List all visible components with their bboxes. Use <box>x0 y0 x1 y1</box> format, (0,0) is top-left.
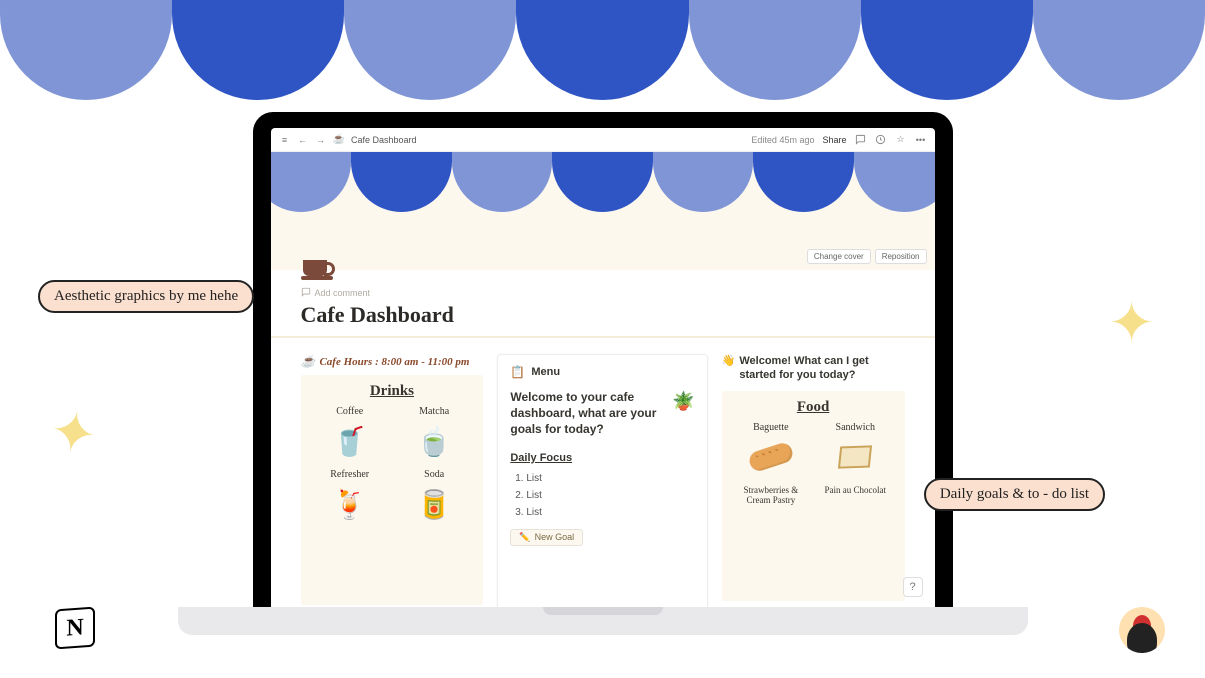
drinks-heading: Drinks <box>311 383 474 400</box>
drink-item-matcha[interactable]: Matcha 🍵 <box>395 406 473 463</box>
topbar: ≡ ← → ☕ Cafe Dashboard Edited 45m ago Sh… <box>271 128 935 152</box>
food-label: Pain au Chocolat <box>825 485 887 495</box>
daily-focus: Daily Focus List List List ✏️ New Goal <box>510 452 694 546</box>
add-comment-button[interactable]: Add comment <box>301 286 905 300</box>
new-goal-label: New Goal <box>535 532 575 542</box>
page-header: Add comment Cafe Dashboard <box>271 252 935 338</box>
drink-item-refresher[interactable]: Refresher 🍹 <box>311 469 389 526</box>
drink-label: Soda <box>424 469 444 480</box>
drinks-panel: Drinks Coffee 🥤 Matcha 🍵 <box>301 375 484 605</box>
content: ☕ Cafe Hours : 8:00 am - 11:00 pm Drinks… <box>271 338 935 607</box>
food-panel: Food Baguette Sandwich <box>722 391 905 601</box>
food-label: Strawberries & Cream Pastry <box>732 485 810 505</box>
forward-icon[interactable]: → <box>315 135 327 145</box>
share-button[interactable]: Share <box>822 135 846 145</box>
food-item-baguette[interactable]: Baguette <box>732 422 810 479</box>
menu-welcome-text: Welcome to your cafe dashboard, what are… <box>510 390 656 436</box>
page-title[interactable]: Cafe Dashboard <box>301 302 905 328</box>
page-icon[interactable] <box>301 252 335 282</box>
plant-icon: 🪴 <box>672 389 694 413</box>
menu-icon: 📋 <box>510 365 525 379</box>
back-icon[interactable]: ← <box>297 135 309 145</box>
breadcrumb[interactable]: Cafe Dashboard <box>351 135 417 145</box>
comment-icon <box>301 286 311 300</box>
drink-label: Coffee <box>336 406 363 417</box>
app-viewport: ≡ ← → ☕ Cafe Dashboard Edited 45m ago Sh… <box>271 128 935 607</box>
daily-focus-heading: Daily Focus <box>510 452 694 464</box>
menu-header[interactable]: 📋 Menu <box>510 365 694 379</box>
outer-awning <box>0 0 1205 100</box>
drink-label: Matcha <box>419 406 449 417</box>
updates-icon[interactable] <box>875 134 887 145</box>
cafe-hours: ☕ Cafe Hours : 8:00 am - 11:00 pm <box>301 354 484 369</box>
column-menu: 📋 Menu Welcome to your cafe dashboard, w… <box>497 354 707 607</box>
focus-item[interactable]: List <box>526 470 694 487</box>
menu-welcome: Welcome to your cafe dashboard, what are… <box>510 389 694 438</box>
add-comment-label: Add comment <box>315 288 371 298</box>
drink-label: Refresher <box>330 469 369 480</box>
focus-item[interactable]: List <box>526 504 694 521</box>
callout-aesthetic: Aesthetic graphics by me hehe <box>38 280 254 313</box>
drink-item-soda[interactable]: Soda 🥫 <box>395 469 473 526</box>
food-heading: Food <box>732 399 895 416</box>
food-item-sandwich[interactable]: Sandwich <box>816 422 894 479</box>
focus-item[interactable]: List <box>526 487 694 504</box>
menu-label: Menu <box>531 366 560 378</box>
column-drinks: ☕ Cafe Hours : 8:00 am - 11:00 pm Drinks… <box>301 354 484 607</box>
wave-icon: 👋 <box>722 354 736 383</box>
callout-daily-goals: Daily goals & to - do list <box>924 478 1105 511</box>
new-goal-button[interactable]: ✏️ New Goal <box>510 529 583 546</box>
laptop: ≡ ← → ☕ Cafe Dashboard Edited 45m ago Sh… <box>223 112 983 635</box>
coffee-icon: ☕ <box>301 354 316 369</box>
welcome-line: 👋 Welcome! What can I get started for yo… <box>722 354 905 383</box>
column-food: 👋 Welcome! What can I get started for yo… <box>722 354 905 607</box>
menu-card: 📋 Menu Welcome to your cafe dashboard, w… <box>497 354 707 607</box>
more-icon[interactable]: ••• <box>915 135 927 145</box>
help-button[interactable]: ? <box>903 577 923 597</box>
refresher-icon: 🍹 <box>328 482 372 526</box>
sandwich-icon <box>833 435 877 479</box>
page-emoji-icon: ☕ <box>333 134 345 145</box>
food-item-pain-au-chocolat[interactable]: Pain au Chocolat <box>816 485 894 505</box>
sparkle-icon: ✦ <box>45 396 103 469</box>
avatar <box>1119 607 1165 653</box>
welcome-text: Welcome! What can I get started for you … <box>739 354 904 383</box>
cafe-hours-text: Cafe Hours : 8:00 am - 11:00 pm <box>319 356 469 368</box>
notion-logo: N <box>55 607 95 650</box>
baguette-icon <box>749 435 793 479</box>
menu-icon[interactable]: ≡ <box>279 135 291 145</box>
matcha-icon: 🍵 <box>412 419 456 463</box>
pencil-icon: ✏️ <box>519 532 530 543</box>
food-item-strawberry-pastry[interactable]: Strawberries & Cream Pastry <box>732 485 810 505</box>
sparkle-icon: ✦ <box>1108 290 1155 356</box>
soda-icon: 🥫 <box>412 482 456 526</box>
coffee-cup-icon: 🥤 <box>328 419 372 463</box>
drink-item-coffee[interactable]: Coffee 🥤 <box>311 406 389 463</box>
food-label: Sandwich <box>836 422 875 433</box>
comments-icon[interactable] <box>855 134 867 145</box>
laptop-base <box>178 607 1028 635</box>
edited-time: Edited 45m ago <box>751 135 814 145</box>
star-icon[interactable]: ☆ <box>895 134 907 145</box>
food-label: Baguette <box>753 422 789 433</box>
